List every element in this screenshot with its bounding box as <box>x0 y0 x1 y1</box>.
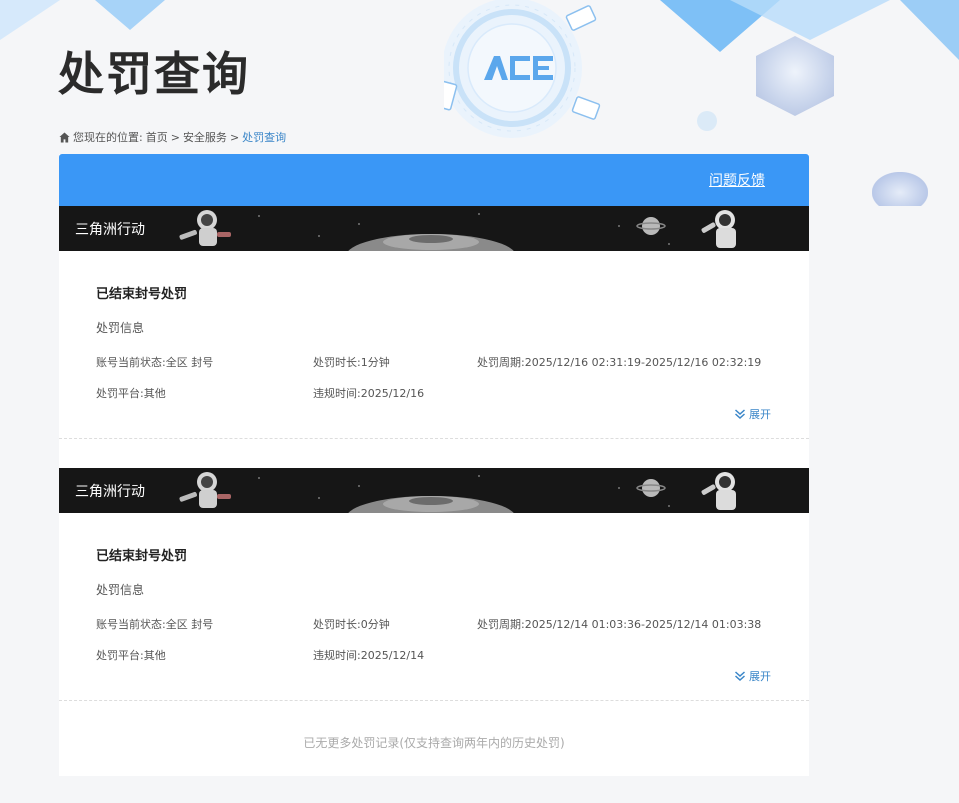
double-chevron-down-icon <box>735 409 745 420</box>
feedback-link[interactable]: 问题反馈 <box>709 170 765 190</box>
breadcrumb-current: 处罚查询 <box>242 131 287 144</box>
record-info-label: 处罚信息 <box>96 583 145 597</box>
expand-label: 展开 <box>749 408 771 421</box>
game-banner: 三角洲行动 <box>59 206 809 251</box>
no-more-records-note: 已无更多处罚记录(仅支持查询两年内的历史处罚) <box>303 736 565 750</box>
record-info-label: 处罚信息 <box>96 321 145 335</box>
breadcrumb-security-link[interactable]: 安全服务 <box>183 129 227 145</box>
penalty-record: 三角洲行动 已结束封号处罚 处罚信息 账号当前状态:全区 封号 处罚时长:1分钟… <box>59 206 809 439</box>
penalty-period: 处罚周期:2025/12/16 02:31:19-2025/12/16 02:3… <box>477 356 762 369</box>
astronaut-banner-art <box>59 206 809 251</box>
panel-header: 问题反馈 <box>59 154 809 206</box>
record-status: 已结束封号处罚 <box>96 287 188 302</box>
ace-logo-icon <box>444 0 601 138</box>
record-status: 已结束封号处罚 <box>96 549 188 564</box>
penalty-record: 三角洲行动 已结束封号处罚 处罚信息 账号当前状态:全区 封号 处罚时长:0分钟… <box>59 468 809 701</box>
decor-dot <box>697 111 717 131</box>
penalty-duration: 处罚时长:1分钟 <box>313 356 390 369</box>
expand-button[interactable]: 展开 <box>734 406 771 422</box>
expand-button[interactable]: 展开 <box>734 668 771 684</box>
decor-triangle <box>900 0 959 60</box>
violation-time: 违规时间:2025/12/16 <box>313 387 425 400</box>
penalty-panel: 问题反馈 三角洲行动 已结束封号处罚 处罚信息 账号当前状态:全区 封号 处罚时… <box>59 154 809 776</box>
breadcrumb-separator: > <box>170 130 180 144</box>
double-chevron-down-icon <box>735 671 745 682</box>
breadcrumb: 您现在的位置: 首页 > 安全服务 > 处罚查询 <box>59 129 286 145</box>
character-decor <box>872 172 928 206</box>
astronaut-banner-art <box>59 468 809 513</box>
violation-time: 违规时间:2025/12/14 <box>313 649 425 662</box>
account-state: 账号当前状态:全区 封号 <box>96 618 214 631</box>
expand-label: 展开 <box>749 670 771 683</box>
breadcrumb-home-link[interactable]: 首页 <box>146 129 168 145</box>
penalty-duration: 处罚时长:0分钟 <box>313 618 390 631</box>
home-icon <box>59 131 70 143</box>
game-name: 三角洲行动 <box>75 484 145 500</box>
game-banner: 三角洲行动 <box>59 468 809 513</box>
breadcrumb-prefix: 您现在的位置: <box>73 131 143 144</box>
penalty-period: 处罚周期:2025/12/14 01:03:36-2025/12/14 01:0… <box>477 618 762 631</box>
page-title: 处罚查询 <box>58 47 250 101</box>
penalty-platform: 处罚平台:其他 <box>96 649 166 662</box>
record-body: 已结束封号处罚 处罚信息 账号当前状态:全区 封号 处罚时长:0分钟 处罚周期:… <box>59 513 809 701</box>
penalty-platform: 处罚平台:其他 <box>96 387 166 400</box>
record-body: 已结束封号处罚 处罚信息 账号当前状态:全区 封号 处罚时长:1分钟 处罚周期:… <box>59 251 809 439</box>
account-state: 账号当前状态:全区 封号 <box>96 356 214 369</box>
decor-triangle <box>95 0 165 30</box>
game-name: 三角洲行动 <box>75 222 145 238</box>
breadcrumb-separator: > <box>229 130 240 144</box>
decor-triangle <box>0 0 60 40</box>
decor-triangle <box>730 0 890 40</box>
